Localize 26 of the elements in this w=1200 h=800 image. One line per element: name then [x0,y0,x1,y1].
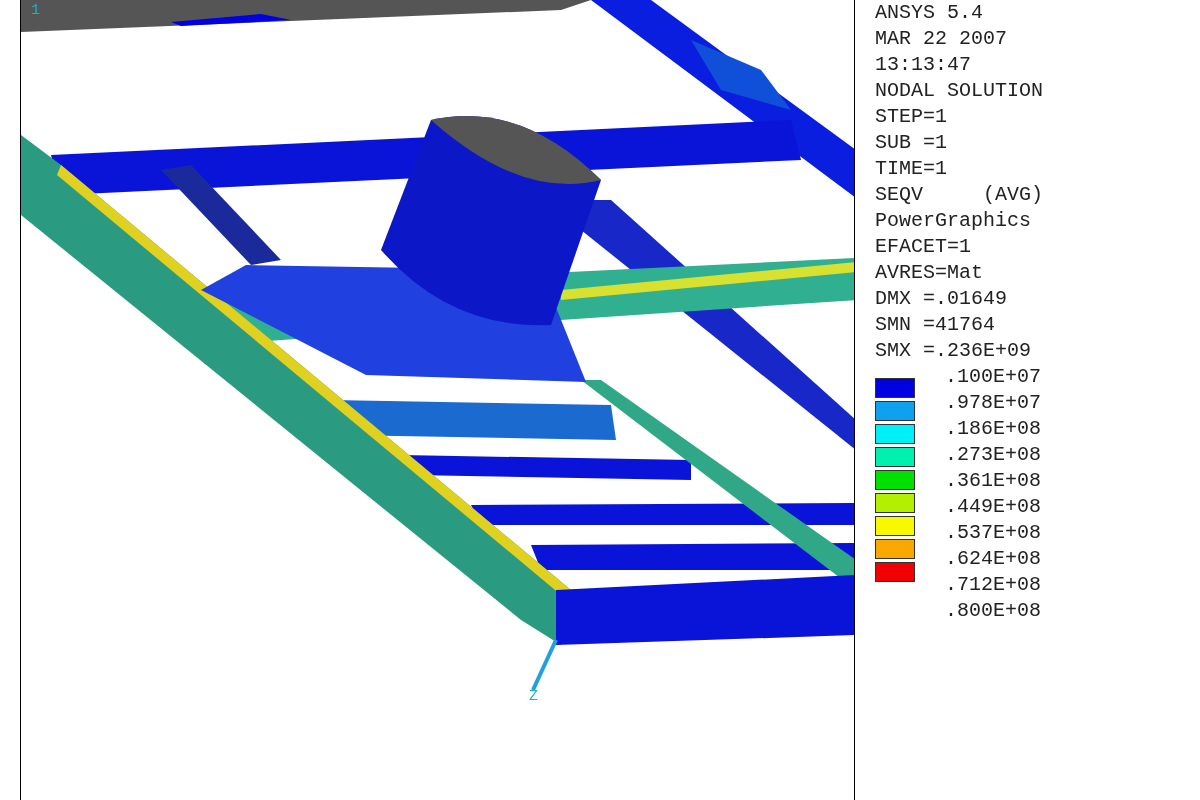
axis-label: Z [529,688,538,705]
info-line: EFACET=1 [875,234,971,260]
contour-value: .978E+07 [945,390,1041,416]
info-line: AVRES=Mat [875,260,984,286]
info-line: SMN =41764 [875,312,996,338]
info-line: SMX =.236E+09 [875,338,1032,364]
contour-value: .186E+08 [945,416,1041,442]
contour-value: .800E+08 [945,598,1041,624]
info-line: STEP=1 [875,104,947,130]
contour-value: .449E+08 [945,494,1041,520]
info-line: NODAL SOLUTION [875,78,1044,104]
contour-value: .273E+08 [945,442,1041,468]
window-number: 1 [31,2,40,19]
info-line: MAR 22 2007 [875,26,1008,52]
contour-value: .624E+08 [945,546,1041,572]
info-line: SEQV (AVG) [875,182,1044,208]
info-line: PowerGraphics [875,208,1032,234]
contour-value: .712E+08 [945,572,1041,598]
info-line: DMX =.01649 [875,286,1008,312]
info-line: ANSYS 5.4 [875,0,984,26]
contour-value: .537E+08 [945,520,1041,546]
info-line: TIME=1 [875,156,947,182]
contour-value: .100E+07 [945,364,1041,390]
info-line: 13:13:47 [875,52,971,78]
contour-value: .361E+08 [945,468,1041,494]
info-line: SUB =1 [875,130,947,156]
